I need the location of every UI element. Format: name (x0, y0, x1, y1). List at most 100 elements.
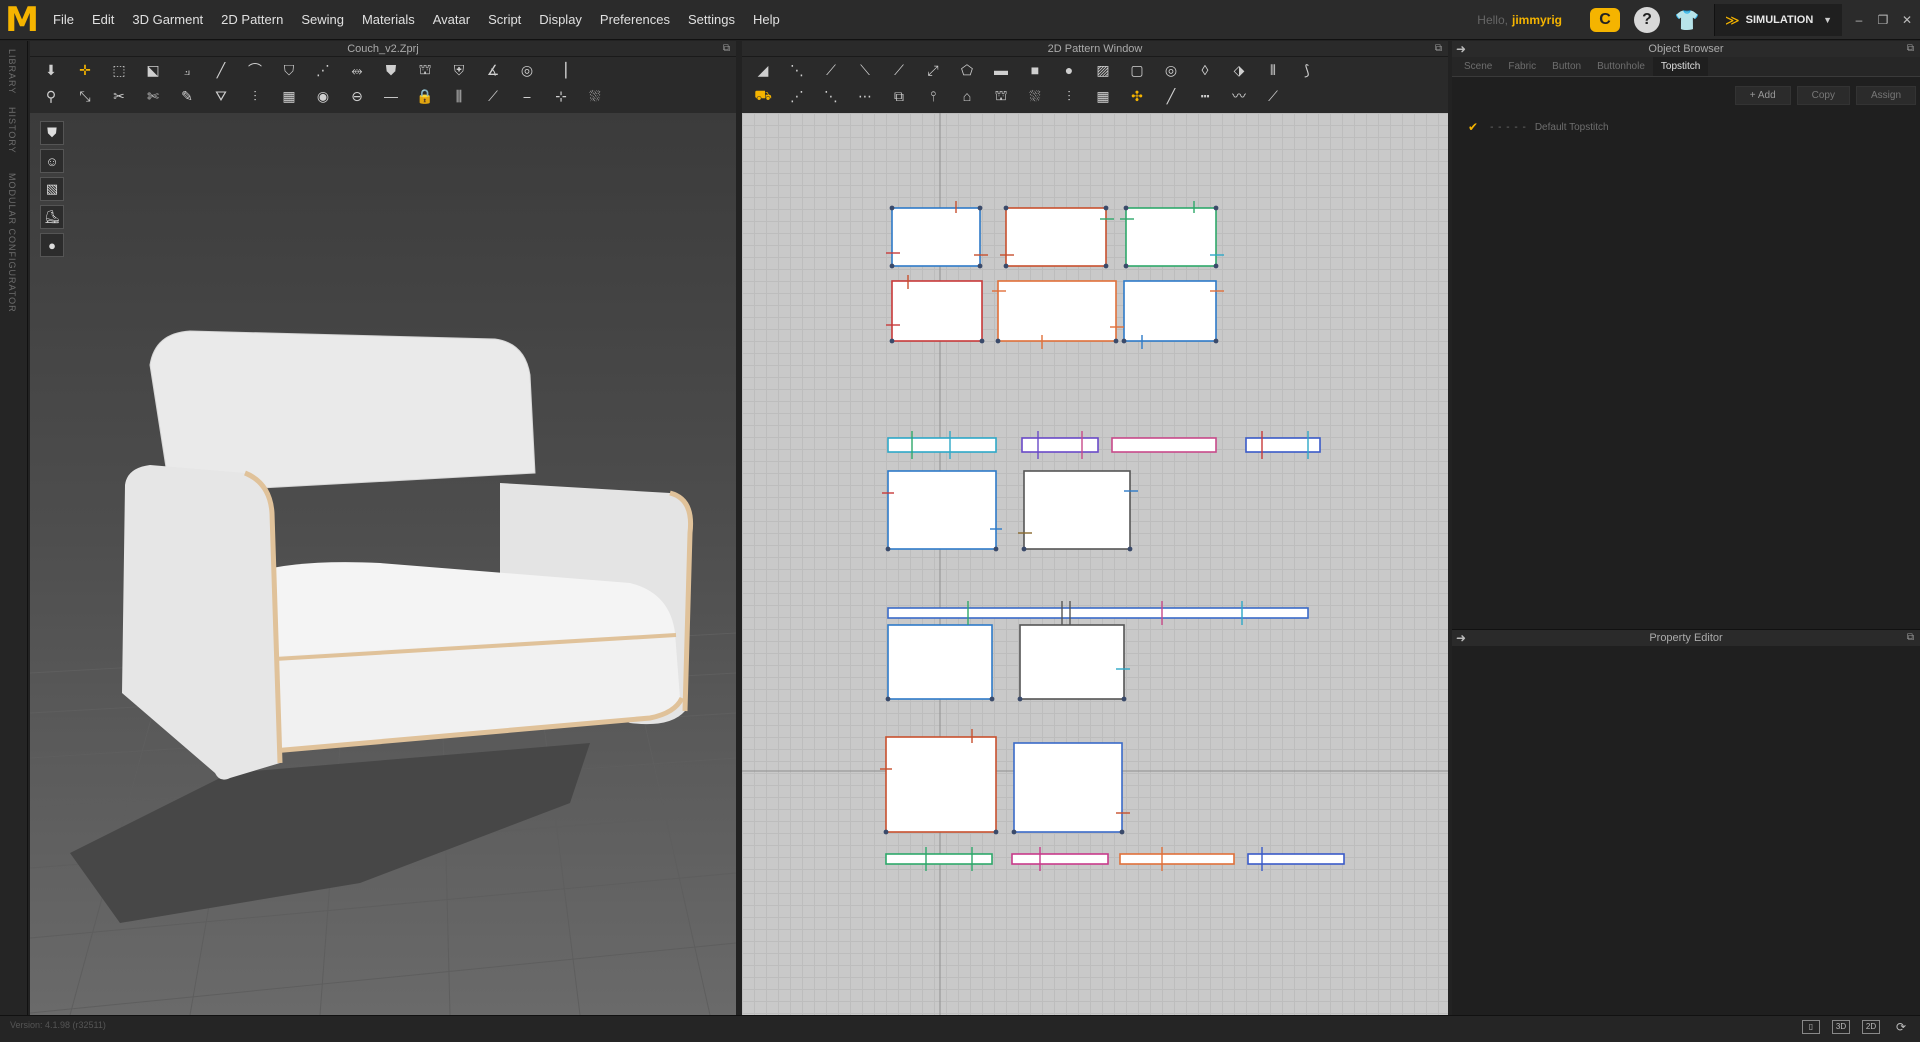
garment-icon[interactable]: 👕 (1674, 7, 1700, 33)
check-sewing-icon[interactable]: ⋯ (852, 84, 878, 108)
popout-icon[interactable]: ⧉ (1907, 41, 1914, 57)
mode-selector[interactable]: ≫ SIMULATION ▼ (1714, 4, 1842, 36)
assign-button[interactable]: Assign (1855, 85, 1916, 105)
piping-icon[interactable]: ⎯ (514, 84, 540, 108)
move-icon[interactable]: ✛ (72, 58, 98, 82)
pattern-transform-icon[interactable]: ◢ (750, 58, 776, 82)
align-icon[interactable]: ⊹ (548, 84, 574, 108)
pin-icon[interactable]: ⋰ (310, 58, 336, 82)
shoe-view-icon[interactable]: ⛸ (40, 205, 64, 229)
rect-fill-icon[interactable]: ■ (1022, 58, 1048, 82)
pattern-strip[interactable] (885, 853, 993, 865)
menu-preferences[interactable]: Preferences (591, 0, 679, 40)
menu-help[interactable]: Help (744, 0, 789, 40)
tack-icon[interactable]: ⥈ (344, 58, 370, 82)
pen-icon[interactable]: ╱ (208, 58, 234, 82)
copy-button[interactable]: Copy (1796, 85, 1850, 105)
trim-icon[interactable]: ✣ (1124, 84, 1150, 108)
measure-icon[interactable]: ∡ (480, 58, 506, 82)
restore-button[interactable]: ❐ (1872, 13, 1894, 27)
minimize-button[interactable]: – (1848, 13, 1870, 27)
stitch-edit-icon[interactable]: ⟋ (480, 84, 506, 108)
view-mode-single[interactable]: ▯ (1802, 1020, 1820, 1034)
fold-arrange-2d-icon[interactable]: ⫯ (920, 84, 946, 108)
transform-icon[interactable]: ⬕ (140, 58, 166, 82)
curvature-icon[interactable]: ⤢ (920, 58, 946, 82)
texture-2d-icon[interactable]: ⛆ (1022, 84, 1048, 108)
username[interactable]: jimmyrig (1512, 13, 1562, 27)
popout-icon[interactable]: ⧉ (1907, 630, 1914, 646)
internal-polygon-icon[interactable]: ▨ (1090, 58, 1116, 82)
menu-settings[interactable]: Settings (679, 0, 744, 40)
internal-circle-icon[interactable]: ◎ (1158, 58, 1184, 82)
ruler-icon[interactable]: ▕ (548, 58, 574, 82)
zipper-icon[interactable]: ⫼ (446, 84, 472, 108)
cloud-sync-icon[interactable]: C (1590, 8, 1620, 32)
popout-icon[interactable]: ⧉ (723, 41, 730, 57)
cut-icon[interactable]: ✄ (140, 84, 166, 108)
garment-view-icon[interactable]: ⛊ (40, 121, 64, 145)
sewing-copy-icon[interactable]: ⧉ (886, 84, 912, 108)
garment-shape-icon[interactable]: ⛉ (276, 58, 302, 82)
topstitch-icon[interactable]: ╱ (1158, 84, 1184, 108)
select-move-icon[interactable]: ⬇ (38, 58, 64, 82)
brush-icon[interactable]: ⌒ (242, 58, 268, 82)
view-mode-3d[interactable]: 3D (1832, 1020, 1850, 1034)
edit-pattern-icon[interactable]: ⋱ (784, 58, 810, 82)
walk-icon[interactable]: ⚲ (38, 84, 64, 108)
segment-sewing-icon[interactable]: ⛟ (750, 84, 776, 108)
menu-materials[interactable]: Materials (353, 0, 424, 40)
skin-view-icon[interactable]: ● (40, 233, 64, 257)
menu-3d-garment[interactable]: 3D Garment (123, 0, 212, 40)
lock-icon[interactable]: 🔒 (412, 84, 438, 108)
pattern-piece[interactable] (885, 736, 997, 833)
add-button[interactable]: + Add (1734, 85, 1791, 105)
pattern-strip[interactable] (1245, 437, 1321, 453)
m-n-sewing-icon[interactable]: ⋱ (818, 84, 844, 108)
pattern-piece[interactable] (997, 280, 1117, 342)
pattern-piece[interactable] (887, 470, 997, 550)
menu-file[interactable]: File (44, 0, 83, 40)
fabric-view-icon[interactable]: ▧ (40, 177, 64, 201)
fold-arrange-icon[interactable]: ⤡ (72, 84, 98, 108)
iron-icon[interactable]: ⌂ (954, 84, 980, 108)
box-select-icon[interactable]: ⬚ (106, 58, 132, 82)
fold-2d-icon[interactable]: ⟆ (1294, 58, 1320, 82)
line-icon[interactable]: ― (378, 84, 404, 108)
popout-icon[interactable]: ⧉ (1435, 41, 1442, 57)
rectangle-icon[interactable]: ▬ (988, 58, 1014, 82)
menu-avatar[interactable]: Avatar (424, 0, 479, 40)
dock-tab-library[interactable]: LIBRARY (7, 49, 17, 94)
pattern-strip[interactable] (887, 437, 997, 453)
tab-scene[interactable]: Scene (1456, 57, 1500, 76)
menu-sewing[interactable]: Sewing (292, 0, 353, 40)
sew-icon[interactable]: ⛛ (208, 84, 234, 108)
list-item[interactable]: ✔ - - - - - Default Topstitch (1452, 117, 1920, 137)
pattern-piece[interactable] (891, 207, 981, 267)
collapse-arrow-icon[interactable]: ➜ (1456, 41, 1466, 57)
pattern-piece[interactable] (1123, 280, 1217, 342)
trace-icon[interactable]: ⬗ (1226, 58, 1252, 82)
graphic-icon[interactable]: ▦ (1090, 84, 1116, 108)
pattern-piece[interactable] (887, 624, 993, 700)
pattern-piece[interactable] (1005, 207, 1107, 267)
tuck-icon[interactable]: ⛆ (582, 84, 608, 108)
avatar-view-icon[interactable]: ☺ (40, 149, 64, 173)
stitch-icon[interactable]: ✂ (106, 84, 132, 108)
jacket-icon[interactable]: ⛨ (446, 58, 472, 82)
pattern-strip[interactable] (1011, 853, 1109, 865)
pattern-strip[interactable] (1021, 437, 1099, 453)
tab-button[interactable]: Button (1544, 57, 1589, 76)
dart-icon[interactable]: ◊ (1192, 58, 1218, 82)
edit-icon[interactable]: ✎ (174, 84, 200, 108)
curve-point-icon[interactable]: ⟍ (852, 58, 878, 82)
hanger-2d-icon[interactable]: ⛫ (988, 84, 1014, 108)
view-mode-2d[interactable]: 2D (1862, 1020, 1880, 1034)
dock-tab-modular-configurator[interactable]: MODULAR CONFIGURATOR (7, 173, 17, 313)
pattern-strip[interactable] (887, 607, 1309, 619)
add-point-icon[interactable]: ⟋ (886, 58, 912, 82)
pattern-piece[interactable] (1125, 207, 1217, 267)
pattern-strip[interactable] (1119, 853, 1235, 865)
tab-topstitch[interactable]: Topstitch (1652, 57, 1709, 76)
dock-tab-history[interactable]: HISTORY (7, 107, 17, 154)
